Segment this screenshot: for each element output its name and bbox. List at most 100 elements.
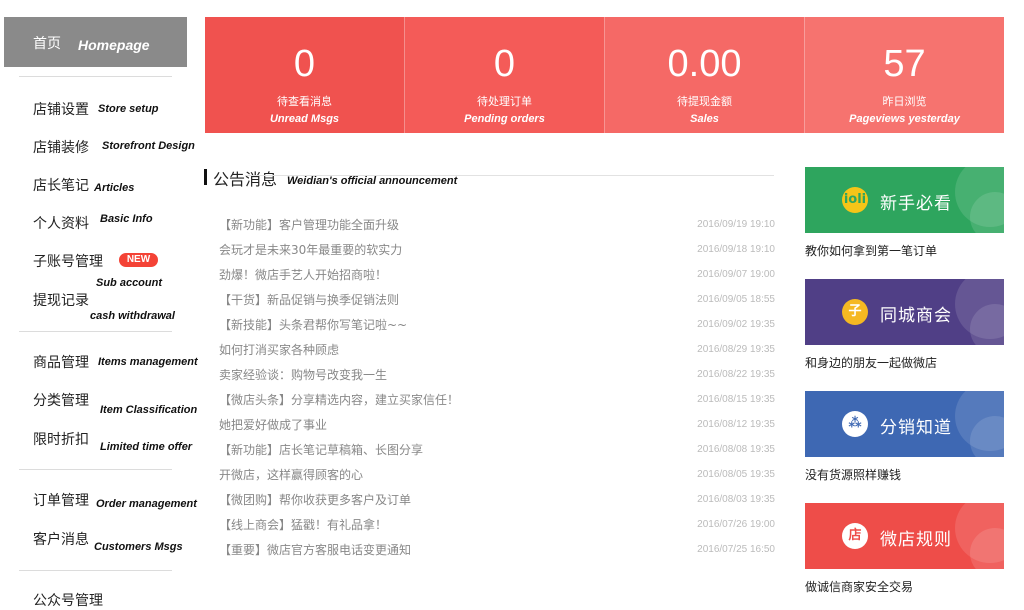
- stat-label-en: Sales: [690, 113, 719, 125]
- sidebar-divider: [19, 76, 172, 77]
- sidebar-item-label-en: Store setup: [98, 103, 159, 115]
- stat-pending-orders[interactable]: 0 待处理订单 Pending orders: [405, 17, 605, 133]
- sidebar-item-label-en: Order management: [96, 498, 197, 510]
- sidebar-item-label-en: Limited time offer: [100, 441, 193, 453]
- announcement-item[interactable]: 【线上商会】猛戳！有礼品拿！ 2016/07/26 19:00: [219, 512, 775, 537]
- promo-card[interactable]: ioli 新手必看: [805, 167, 1004, 233]
- announcement-title[interactable]: 会玩才是未来30年最重要的软实力: [219, 241, 402, 258]
- sidebar-item-label: 分类管理: [33, 393, 89, 409]
- stats-banner: 0 待查看消息 Unread Msgs 0 待处理订单 Pending orde…: [205, 17, 1004, 133]
- sidebar-item-label-en: Sub account: [96, 277, 163, 289]
- sidebar-item-storefront-design[interactable]: 店铺装修: [33, 137, 89, 157]
- sidebar-item-order-management[interactable]: 订单管理: [33, 490, 89, 510]
- stat-label: 待提现金额: [677, 95, 732, 108]
- stat-label-en: Unread Msgs: [269, 113, 340, 125]
- announcement-item[interactable]: 【新功能】店长笔记草稿箱、长图分享 2016/08/08 19:35: [219, 437, 775, 462]
- sidebar-divider: [19, 469, 172, 470]
- promo-card-caption[interactable]: 教你如何拿到第一笔订单: [805, 242, 937, 259]
- announcement-item[interactable]: 【新功能】客户管理功能全面升级 2016/09/19 19:10: [219, 212, 775, 237]
- stat-value: 0: [293, 43, 316, 85]
- announcement-item[interactable]: 她把爱好做成了事业 2016/08/12 19:35: [219, 412, 775, 437]
- announcement-date: 2016/08/05 19:35: [697, 469, 775, 480]
- announcement-title[interactable]: 【重要】微店官方客服电话变更通知: [219, 541, 411, 558]
- sidebar-item-sub-account[interactable]: 子账号管理: [33, 251, 103, 271]
- announcement-item[interactable]: 如何打消买家各种顾虑 2016/08/29 19:35: [219, 337, 775, 362]
- stat-sales[interactable]: 0.00 待提现金额 Sales: [605, 17, 805, 133]
- announcement-date: 2016/09/19 19:10: [697, 219, 775, 230]
- announcement-item[interactable]: 会玩才是未来30年最重要的软实力 2016/09/18 19:10: [219, 237, 775, 262]
- announcement-date: 2016/09/05 18:55: [697, 294, 775, 305]
- announcement-item[interactable]: 【新技能】头条君帮你写笔记啦~~ 2016/09/02 19:35: [219, 312, 775, 337]
- announcement-item[interactable]: 【微店头条】分享精选内容，建立买家信任！ 2016/08/15 19:35: [219, 387, 775, 412]
- announcement-date: 2016/08/22 19:35: [697, 369, 775, 380]
- announcement-title[interactable]: 劲爆！微店手艺人开始招商啦！: [219, 266, 387, 283]
- promo-card[interactable]: 店微店规则: [805, 503, 1004, 569]
- announcement-item[interactable]: 卖家经验谈：购物号改变我一生 2016/08/22 19:35: [219, 362, 775, 387]
- announcement-date: 2016/08/03 19:35: [697, 494, 775, 505]
- sidebar-item-label-en: Customers Msgs: [94, 541, 183, 553]
- announcement-title[interactable]: 她把爱好做成了事业: [219, 416, 327, 433]
- sidebar-item-label-en: Storefront Design: [102, 140, 195, 152]
- sidebar-item-basic-info[interactable]: 个人资料: [33, 213, 89, 233]
- sidebar-item-articles[interactable]: 店长笔记: [33, 175, 89, 195]
- coin-icon: 子: [842, 299, 868, 325]
- announcement-date: 2016/08/29 19:35: [697, 344, 775, 355]
- promo-card-caption[interactable]: 做诚信商家安全交易: [805, 578, 913, 595]
- new-badge: NEW: [119, 253, 158, 267]
- sidebar-item-items-management[interactable]: 商品管理: [33, 352, 89, 372]
- sidebar-item-label: 子账号管理: [33, 254, 103, 270]
- promo-card[interactable]: ⁂ 分销知道: [805, 391, 1004, 457]
- sidebar-item-store-setup[interactable]: 店铺设置: [33, 99, 89, 119]
- stat-value: 0: [493, 43, 516, 85]
- announcement-item[interactable]: 【干货】新品促销与换季促销法则 2016/09/05 18:55: [219, 287, 775, 312]
- sidebar-item-limited-time-offer[interactable]: 限时折扣: [33, 429, 89, 449]
- sidebar-item-label: 店长笔记: [33, 178, 89, 194]
- sidebar-item-label: 个人资料: [33, 216, 89, 232]
- sidebar-item-customers-msgs[interactable]: 客户消息: [33, 529, 89, 549]
- announcement-item[interactable]: 劲爆！微店手艺人开始招商啦！ 2016/09/07 19:00: [219, 262, 775, 287]
- announcement-date: 2016/09/02 19:35: [697, 319, 775, 330]
- sidebar-item-label-en: Basic Info: [100, 213, 153, 225]
- stat-label: 待查看消息: [277, 95, 332, 108]
- stat-label: 昨日浏览: [882, 95, 927, 108]
- promo-card-label: 分销知道: [880, 418, 952, 438]
- announcement-title[interactable]: 如何打消买家各种顾虑: [219, 341, 339, 358]
- sidebar-item-official-account[interactable]: 公众号管理: [33, 590, 103, 610]
- sidebar-item-label: 公众号管理: [33, 593, 103, 609]
- promo-card-caption[interactable]: 没有货源照样赚钱: [805, 466, 901, 483]
- announcement-item[interactable]: 【微团购】帮你收获更多客户及订单 2016/08/03 19:35: [219, 487, 775, 512]
- announcement-title[interactable]: 【干货】新品促销与换季促销法则: [219, 291, 399, 308]
- network-icon: ⁂: [842, 411, 868, 437]
- promo-card-caption[interactable]: 和身边的朋友一起做微店: [805, 354, 937, 371]
- announcements-list: 【新功能】客户管理功能全面升级 2016/09/19 19:10 会玩才是未来30年…: [219, 212, 775, 562]
- sidebar-item-label: 店铺设置: [33, 102, 89, 118]
- sidebar-item-label: 限时折扣: [33, 432, 89, 448]
- promo-card-label: 新手必看: [880, 194, 952, 214]
- announcement-title[interactable]: 【线上商会】猛戳！有礼品拿！: [219, 516, 387, 533]
- sidebar-item-label-en: cash withdrawal: [90, 310, 175, 322]
- shop-icon: 店: [842, 523, 868, 549]
- announcements-divider: [245, 175, 774, 176]
- announcement-title[interactable]: 【新功能】客户管理功能全面升级: [219, 216, 399, 233]
- announcement-item[interactable]: 【重要】微店官方客服电话变更通知 2016/07/25 16:50: [219, 537, 775, 562]
- announcement-title[interactable]: 【微团购】帮你收获更多客户及订单: [219, 491, 411, 508]
- promo-card[interactable]: 子同城商会: [805, 279, 1004, 345]
- sidebar-item-home[interactable]: 首页 Homepage: [4, 17, 187, 67]
- announcement-item[interactable]: 开微店，这样赢得顾客的心 2016/08/05 19:35: [219, 462, 775, 487]
- announcement-title[interactable]: 【微店头条】分享精选内容，建立买家信任！: [219, 391, 459, 408]
- announcement-title[interactable]: 【新技能】头条君帮你写笔记啦~~: [219, 316, 407, 333]
- announcement-title[interactable]: 开微店，这样赢得顾客的心: [219, 466, 363, 483]
- promo-card-label: 微店规则: [880, 530, 952, 550]
- announcement-title[interactable]: 【新功能】店长笔记草稿箱、长图分享: [219, 441, 423, 458]
- stat-pageviews-yesterday[interactable]: 57 昨日浏览 Pageviews yesterday: [805, 17, 1004, 133]
- sidebar-item-item-classification[interactable]: 分类管理: [33, 390, 89, 410]
- sidebar-item-label: 订单管理: [33, 493, 89, 509]
- sidebar-item-label-en: Articles: [94, 182, 135, 194]
- sidebar: 首页 Homepage 店铺设置 Store setup 店铺装修 Storef…: [0, 0, 198, 609]
- stat-unread-msgs[interactable]: 0 待查看消息 Unread Msgs: [205, 17, 405, 133]
- sidebar-item-cash-withdrawal[interactable]: 提现记录: [33, 290, 89, 310]
- announcement-title[interactable]: 卖家经验谈：购物号改变我一生: [219, 366, 387, 383]
- sidebar-divider: [19, 331, 172, 332]
- sidebar-item-label-en: Item Classification: [100, 404, 198, 416]
- announcements-title-en: Weidian's official announcement: [287, 175, 458, 187]
